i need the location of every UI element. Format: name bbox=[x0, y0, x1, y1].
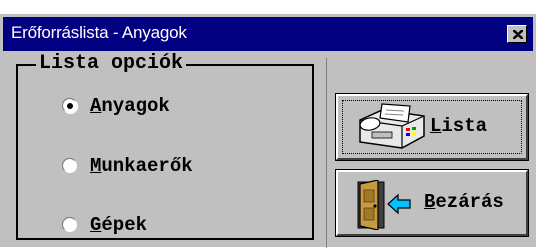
radio-label-munkaerok: Munkaerők bbox=[90, 155, 193, 177]
door-exit-icon bbox=[356, 179, 416, 235]
close-button-label: Bezárás bbox=[424, 191, 504, 213]
close-window-button[interactable] bbox=[507, 25, 527, 43]
group-title: Lista opciók bbox=[36, 52, 187, 76]
close-button[interactable]: Bezárás bbox=[335, 169, 529, 237]
radio-label-gepek: Gépek bbox=[90, 214, 148, 236]
radio-label-anyagok: Anyagok bbox=[90, 95, 170, 117]
close-icon bbox=[513, 30, 523, 39]
radio-selected-icon bbox=[61, 97, 79, 115]
fax-printer-icon bbox=[352, 102, 430, 159]
window-title: Erőforráslista - Anyagok bbox=[11, 23, 187, 42]
list-button-label: Lista bbox=[430, 115, 488, 137]
title-bar[interactable]: Erőforráslista - Anyagok bbox=[3, 17, 533, 51]
panel-divider bbox=[326, 58, 327, 248]
dialog-window: Erőforráslista - Anyagok Lista opciók An… bbox=[0, 14, 536, 248]
radio-munkaerok[interactable]: Munkaerők bbox=[61, 153, 193, 179]
radio-unselected-icon bbox=[61, 216, 78, 233]
radio-gepek[interactable]: Gépek bbox=[61, 212, 148, 238]
radio-unselected-icon bbox=[61, 157, 78, 174]
list-button[interactable]: Lista bbox=[335, 93, 529, 161]
radio-anyagok[interactable]: Anyagok bbox=[61, 93, 170, 119]
list-options-group: Lista opciók Anyagok Munkaerők Gépek bbox=[16, 52, 314, 240]
